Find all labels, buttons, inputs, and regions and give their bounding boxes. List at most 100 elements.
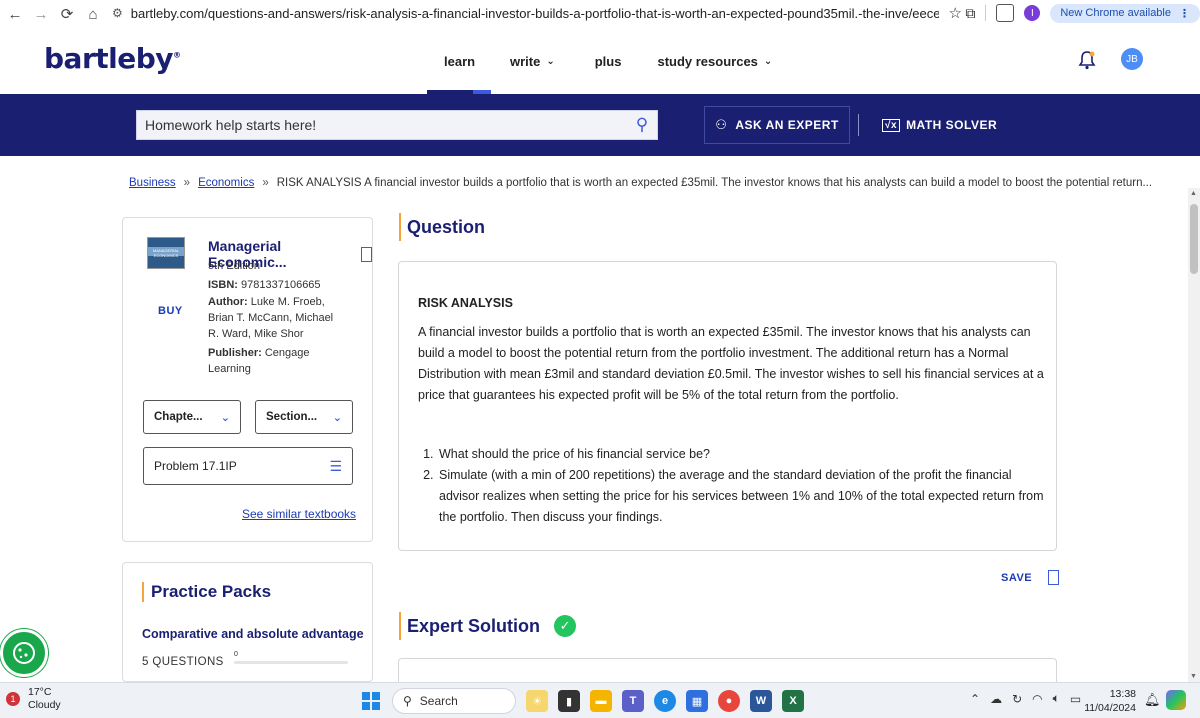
sidepanel-icon[interactable] bbox=[996, 4, 1015, 22]
volume-icon[interactable]: 🔈︎ bbox=[1053, 691, 1060, 706]
author-line: Brian T. McCann, Michael bbox=[208, 312, 334, 324]
chevron-up-icon[interactable]: ⌃ bbox=[970, 692, 980, 706]
breadcrumb-business[interactable]: Business bbox=[129, 177, 176, 189]
buy-link[interactable]: BUY bbox=[158, 305, 183, 317]
save-label: SAVE bbox=[1001, 571, 1033, 584]
isbn-label: ISBN: bbox=[208, 279, 238, 291]
browser-toolbar: ← → ⟳ ⌂ ⚙ bartleby.com/questions-and-ans… bbox=[0, 0, 1200, 28]
question-card: RISK ANALYSIS A financial investor build… bbox=[398, 261, 1057, 551]
ask-expert-label: ASK AN EXPERT bbox=[735, 118, 839, 132]
isbn-value: 9781337106665 bbox=[241, 279, 321, 291]
taskbar-search-label: Search bbox=[419, 694, 458, 708]
nav-study-resources[interactable]: study resources ⌄ bbox=[643, 54, 786, 69]
practice-topic[interactable]: Comparative and absolute advantage bbox=[142, 627, 364, 641]
search-icon: ⚲ bbox=[403, 694, 412, 708]
practice-packs-card: Practice Packs Comparative and absolute … bbox=[122, 562, 373, 682]
clock-time: 13:38 bbox=[1109, 688, 1136, 700]
section-select[interactable]: Section... ⌄ bbox=[255, 400, 353, 434]
search-banner: ⚲ ⚇ ASK AN EXPERT √x MATH SOLVER bbox=[0, 94, 1200, 156]
onedrive-icon[interactable]: ☁ bbox=[990, 692, 1002, 706]
textbook-card: MANAGERIAL ECONOMICS BUY Managerial Econ… bbox=[122, 217, 373, 542]
chapter-select[interactable]: Chapte... ⌄ bbox=[143, 400, 241, 434]
forward-icon[interactable]: → bbox=[30, 3, 52, 25]
save-button[interactable]: SAVE bbox=[1001, 570, 1060, 585]
check-icon: ✓ bbox=[554, 615, 577, 637]
nav-write[interactable]: write ⌄ bbox=[496, 54, 569, 69]
temperature: 17°C bbox=[28, 686, 52, 698]
system-tray: ⌃ ☁ ↻ ◠ 🔈︎ ▭ bbox=[970, 691, 1081, 706]
bookmark-icon[interactable] bbox=[361, 246, 372, 262]
bookmark-icon bbox=[1048, 570, 1060, 585]
address-bar[interactable]: ⚙ bartleby.com/questions-and-answers/ris… bbox=[112, 2, 962, 24]
book-author: Author: Luke M. Froeb, Brian T. McCann, … bbox=[208, 294, 333, 342]
reload-icon[interactable]: ⟳ bbox=[56, 3, 78, 25]
math-solver-icon: √x bbox=[882, 118, 901, 132]
taskbar-clock[interactable]: 13:38 11/04/2024 bbox=[1082, 687, 1136, 715]
weather-widget[interactable]: 1 17°C Cloudy bbox=[6, 686, 61, 712]
math-solver-button[interactable]: √x MATH SOLVER bbox=[882, 106, 997, 144]
word-icon[interactable]: W bbox=[750, 690, 772, 712]
extensions-icon[interactable]: ⧉ bbox=[965, 5, 975, 22]
weather-alert-badge: 1 bbox=[6, 692, 20, 706]
notification-bell-icon[interactable] bbox=[1078, 50, 1098, 70]
logo-text: bartleby bbox=[44, 42, 174, 75]
publisher-value: Learning bbox=[208, 363, 251, 375]
task-view-icon[interactable]: ▮ bbox=[558, 690, 580, 712]
store-icon[interactable]: ▦ bbox=[686, 690, 708, 712]
problem-select[interactable]: Problem 17.1IP ☰ bbox=[143, 447, 353, 485]
breadcrumb-economics[interactable]: Economics bbox=[198, 177, 254, 189]
clock-date: 11/04/2024 bbox=[1084, 702, 1136, 714]
wifi-icon[interactable]: ◠ bbox=[1032, 692, 1042, 706]
banner-divider bbox=[858, 114, 859, 136]
scroll-up-icon[interactable]: ▲ bbox=[1190, 190, 1197, 197]
publisher-value: Cengage bbox=[264, 347, 310, 359]
notification-icon[interactable]: 🔔︎ bbox=[1144, 692, 1161, 708]
chrome-update-button[interactable]: New Chrome available ⋮ bbox=[1050, 3, 1200, 23]
page-scrollbar[interactable]: ▲ ▼ bbox=[1188, 188, 1200, 682]
scroll-down-icon[interactable]: ▼ bbox=[1190, 673, 1197, 680]
cookie-settings-icon[interactable] bbox=[0, 629, 48, 677]
section-select-label: Section... bbox=[266, 411, 318, 423]
search-input[interactable] bbox=[137, 111, 627, 139]
weather-app-icon[interactable]: ☀ bbox=[526, 690, 548, 712]
chrome-icon[interactable]: ● bbox=[718, 690, 740, 712]
teams-icon[interactable]: T bbox=[622, 690, 644, 712]
practice-question-count: 5 QUESTIONS bbox=[142, 656, 224, 668]
profile-avatar[interactable]: I bbox=[1024, 5, 1041, 21]
nav-plus[interactable]: plus bbox=[581, 54, 636, 69]
windows-start-icon[interactable] bbox=[360, 690, 382, 712]
book-cover-image[interactable]: MANAGERIAL ECONOMICS bbox=[147, 237, 185, 269]
expert-solution-title: Expert Solution bbox=[407, 615, 541, 636]
battery-icon[interactable]: ▭ bbox=[1070, 692, 1081, 706]
home-icon[interactable]: ⌂ bbox=[82, 3, 104, 25]
edge-icon[interactable]: e bbox=[654, 690, 676, 712]
user-avatar[interactable]: JB bbox=[1121, 48, 1143, 70]
nav-learn[interactable]: learn bbox=[430, 54, 486, 69]
windows-taskbar: 1 17°C Cloudy ⚲ Search ☀ ▮ ▬ T e ▦ ● W X… bbox=[0, 682, 1200, 718]
progress-track bbox=[234, 661, 348, 664]
search-icon[interactable]: ⚲ bbox=[627, 115, 657, 135]
question-body: A financial investor builds a portfolio … bbox=[418, 325, 1044, 402]
back-icon[interactable]: ← bbox=[4, 3, 26, 25]
breadcrumb-separator: » bbox=[262, 177, 269, 189]
chevron-down-icon: ⌄ bbox=[546, 56, 555, 67]
ask-expert-button[interactable]: ⚇ ASK AN EXPERT bbox=[704, 106, 850, 144]
weather-condition: Cloudy bbox=[28, 699, 61, 711]
nav-label: plus bbox=[594, 54, 622, 69]
excel-icon[interactable]: X bbox=[782, 690, 804, 712]
nav-label: study resources bbox=[657, 54, 758, 69]
sync-icon[interactable]: ↻ bbox=[1012, 692, 1022, 706]
star-icon[interactable]: ☆ bbox=[949, 4, 962, 22]
book-isbn: ISBN: 9781337106665 bbox=[208, 277, 321, 293]
scrollbar-thumb[interactable] bbox=[1190, 204, 1198, 274]
taskbar-search[interactable]: ⚲ Search bbox=[392, 688, 516, 714]
site-header: bartleby® learn write ⌄ plus study resour… bbox=[0, 28, 1200, 94]
copilot-icon[interactable] bbox=[1166, 690, 1186, 710]
site-info-icon[interactable]: ⚙ bbox=[112, 6, 123, 20]
author-line: Luke M. Froeb, bbox=[250, 296, 325, 308]
file-explorer-icon[interactable]: ▬ bbox=[590, 690, 612, 712]
breadcrumb: Business » Economics » RISK ANALYSIS A f… bbox=[129, 177, 1152, 189]
author-line: R. Ward, Mike Shor bbox=[208, 328, 304, 340]
bartleby-logo[interactable]: bartleby® bbox=[44, 42, 181, 75]
see-similar-textbooks-link[interactable]: See similar textbooks bbox=[242, 507, 356, 521]
